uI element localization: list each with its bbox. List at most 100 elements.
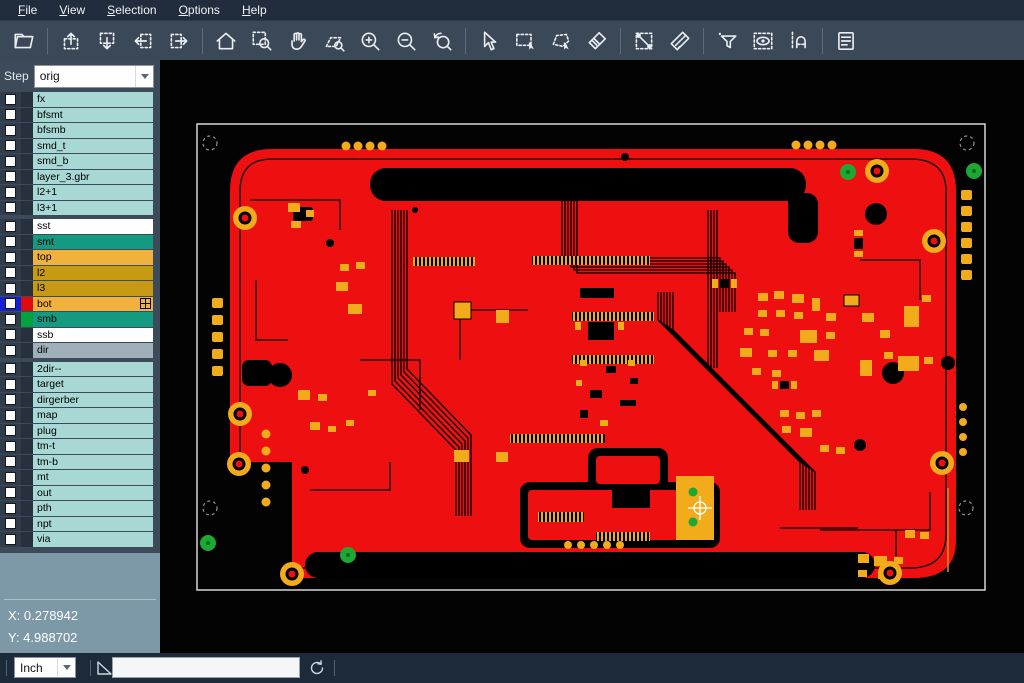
layer-row-smd_t[interactable]: smd_t — [0, 139, 153, 154]
layer-label[interactable]: bfsmt — [33, 108, 153, 123]
nudge-up-button[interactable] — [53, 25, 89, 57]
layer-checkbox-l2[interactable] — [0, 266, 21, 281]
layer-row-dir[interactable]: dir — [0, 343, 153, 358]
layer-row-layer_3.gbr[interactable]: layer_3.gbr — [0, 170, 153, 185]
layer-checkbox-bfsmt[interactable] — [0, 108, 21, 123]
layer-row-2dir--[interactable]: 2dir-- — [0, 362, 153, 377]
layer-label[interactable]: via — [33, 532, 153, 547]
layer-row-npt[interactable]: npt — [0, 517, 153, 532]
refresh-icon[interactable] — [306, 657, 328, 683]
ruler-button[interactable] — [662, 25, 698, 57]
layer-row-out[interactable]: out — [0, 486, 153, 501]
chevron-down-icon[interactable] — [57, 658, 75, 677]
layer-row-l3[interactable]: l3 — [0, 281, 153, 296]
layer-checkbox-smt[interactable] — [0, 235, 21, 250]
nudge-left-button[interactable] — [125, 25, 161, 57]
layer-row-smd_b[interactable]: smd_b — [0, 154, 153, 169]
layer-label[interactable]: npt — [33, 517, 153, 532]
layer-checkbox-target[interactable] — [0, 377, 21, 392]
layer-label[interactable]: smb — [33, 312, 153, 327]
layer-row-pth[interactable]: pth — [0, 501, 153, 516]
nudge-right-button[interactable] — [161, 25, 197, 57]
layer-label[interactable]: 2dir-- — [33, 362, 153, 377]
snap-magnet-button[interactable] — [781, 25, 817, 57]
select-cursor-button[interactable] — [471, 25, 507, 57]
layer-label[interactable]: out — [33, 486, 153, 501]
zoom-out-button[interactable] — [388, 25, 424, 57]
layer-label[interactable]: tm-b — [33, 455, 153, 470]
menu-file[interactable]: File — [8, 1, 47, 20]
command-input[interactable] — [112, 657, 300, 678]
select-rect-button[interactable] — [507, 25, 543, 57]
layer-checkbox-bot[interactable] — [0, 297, 21, 312]
layer-label[interactable]: l2+1 — [33, 185, 153, 200]
layer-checkbox-map[interactable] — [0, 408, 21, 423]
report-button[interactable] — [828, 25, 864, 57]
layer-row-bot[interactable]: bot — [0, 297, 153, 312]
layer-row-l3+1[interactable]: l3+1 — [0, 201, 153, 216]
layer-checkbox-layer_3.gbr[interactable] — [0, 170, 21, 185]
layer-row-mt[interactable]: mt — [0, 470, 153, 485]
chevron-down-icon[interactable] — [135, 66, 153, 87]
layer-row-smb[interactable]: smb — [0, 312, 153, 327]
layer-checkbox-l3+1[interactable] — [0, 201, 21, 216]
layer-label[interactable]: pth — [33, 501, 153, 516]
step-select[interactable]: orig — [34, 65, 154, 88]
zoom-in-button[interactable] — [352, 25, 388, 57]
layer-label[interactable]: bfsmb — [33, 123, 153, 138]
layer-checkbox-npt[interactable] — [0, 517, 21, 532]
menu-options[interactable]: Options — [169, 1, 230, 20]
layer-row-l2[interactable]: l2 — [0, 266, 153, 281]
layer-row-ssb[interactable]: ssb — [0, 328, 153, 343]
menu-selection[interactable]: Selection — [97, 1, 166, 20]
unit-select[interactable]: Inch — [14, 657, 76, 678]
layer-label[interactable]: tm-t — [33, 439, 153, 454]
layer-checkbox-smb[interactable] — [0, 312, 21, 327]
layer-label[interactable]: layer_3.gbr — [33, 170, 153, 185]
open-folder-button[interactable] — [6, 25, 42, 57]
layer-label[interactable]: fx — [33, 92, 153, 107]
zoom-window-button[interactable] — [244, 25, 280, 57]
layer-label[interactable]: top — [33, 250, 153, 265]
home-button[interactable] — [208, 25, 244, 57]
select-polygon-button[interactable] — [543, 25, 579, 57]
layer-label[interactable]: ssb — [33, 328, 153, 343]
layer-row-l2+1[interactable]: l2+1 — [0, 185, 153, 200]
measure-line-button[interactable] — [626, 25, 662, 57]
layer-checkbox-plug[interactable] — [0, 424, 21, 439]
layer-row-bfsmt[interactable]: bfsmt — [0, 108, 153, 123]
layer-label[interactable]: plug — [33, 424, 153, 439]
layer-label[interactable]: target — [33, 377, 153, 392]
layer-checkbox-bfsmb[interactable] — [0, 123, 21, 138]
zoom-previous-button[interactable] — [424, 25, 460, 57]
layer-checkbox-fx[interactable] — [0, 92, 21, 107]
pcb-canvas[interactable] — [160, 60, 1024, 653]
layer-label[interactable]: dir — [33, 343, 153, 358]
layer-label[interactable]: bot — [33, 297, 153, 312]
layer-label[interactable]: mt — [33, 470, 153, 485]
layer-label[interactable]: l2 — [33, 266, 153, 281]
menu-help[interactable]: Help — [232, 1, 277, 20]
layer-checkbox-2dir--[interactable] — [0, 362, 21, 377]
layer-checkbox-dir[interactable] — [0, 343, 21, 358]
filter-button[interactable] — [709, 25, 745, 57]
layer-label[interactable]: sst — [33, 219, 153, 234]
highlight-view-button[interactable] — [745, 25, 781, 57]
nudge-down-button[interactable] — [89, 25, 125, 57]
layer-row-smt[interactable]: smt — [0, 235, 153, 250]
layer-checkbox-l3[interactable] — [0, 281, 21, 296]
layer-label[interactable]: dirgerber — [33, 393, 153, 408]
layer-row-bfsmb[interactable]: bfsmb — [0, 123, 153, 138]
clean-brush-button[interactable] — [579, 25, 615, 57]
layer-checkbox-out[interactable] — [0, 486, 21, 501]
layer-row-dirgerber[interactable]: dirgerber — [0, 393, 153, 408]
layer-checkbox-top[interactable] — [0, 250, 21, 265]
layer-checkbox-pth[interactable] — [0, 501, 21, 516]
layer-checkbox-ssb[interactable] — [0, 328, 21, 343]
layer-label[interactable]: smt — [33, 235, 153, 250]
layer-checkbox-l2+1[interactable] — [0, 185, 21, 200]
layer-checkbox-sst[interactable] — [0, 219, 21, 234]
layer-checkbox-smd_b[interactable] — [0, 154, 21, 169]
layer-checkbox-tm-b[interactable] — [0, 455, 21, 470]
zoom-selection-button[interactable] — [316, 25, 352, 57]
